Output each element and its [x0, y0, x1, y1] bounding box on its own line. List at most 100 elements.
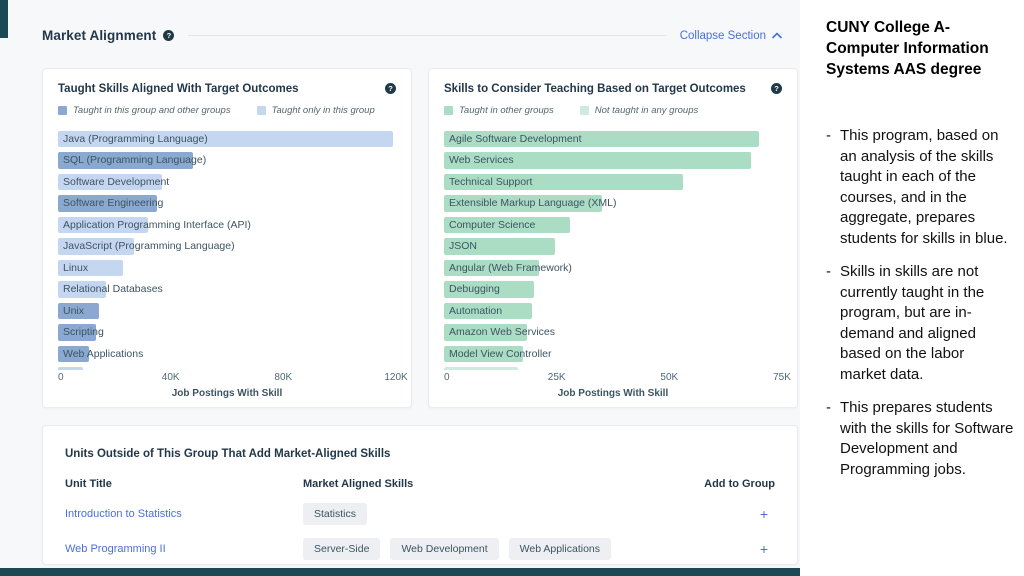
bar-label: Angular (Web Framework) [449, 262, 572, 274]
slide-notes-panel: CUNY College A-Computer Information Syst… [800, 0, 1024, 576]
skills-to-consider-chart-card: Skills to Consider Teaching Based on Tar… [428, 68, 798, 408]
legend-item: Taught in other groups [444, 105, 554, 116]
bullet-dash: - [826, 126, 831, 249]
bar-label: SQL (Programming Language) [63, 154, 206, 166]
dashboard-region: Market Alignment ? Collapse Section Taug… [0, 0, 800, 576]
skill-chips: Server-Side Web Development Web Applicatio… [303, 538, 683, 560]
card-header: Skills to Consider Teaching Based on Tar… [444, 83, 782, 95]
skill-chip: Server-Side [303, 538, 380, 560]
bar-row: Amazon Web Services [444, 322, 782, 344]
bar-row: Unix [58, 300, 396, 322]
bar-label: Scripting [63, 326, 104, 338]
bar-row: Extensible Markup Language (XML) [444, 193, 782, 215]
help-icon[interactable]: ? [771, 83, 782, 94]
header-divider [188, 35, 665, 36]
bar[interactable] [58, 367, 83, 370]
bar-row: SQL (Programming Language) [58, 150, 396, 172]
unit-title-link[interactable]: Web Programming II [65, 543, 303, 555]
legend-swatch [58, 106, 67, 115]
bar-label: JSON [449, 240, 477, 252]
note-text: Skills in skills are not currently taugh… [840, 262, 1014, 385]
axis-tick: 75K [773, 372, 791, 383]
bar-row [58, 365, 396, 371]
bar-label: Application Programming Interface (API) [63, 219, 251, 231]
teal-accent-strip-left [0, 0, 8, 38]
section-header: Market Alignment ? Collapse Section [42, 28, 782, 43]
bars-container: Agile Software Development Web Services Te… [444, 128, 782, 370]
legend-swatch [580, 106, 589, 115]
bar-row: Software Development [58, 171, 396, 193]
column-header-add-to-group: Add to Group [683, 478, 775, 490]
chart-legend: Taught in this group and other groups Tau… [58, 105, 396, 116]
note-text: This program, based on an analysis of th… [840, 126, 1014, 249]
charts-row: Taught Skills Aligned With Target Outcom… [42, 68, 798, 408]
axis-tick: 50K [660, 372, 678, 383]
units-table-body: Introduction to StatisticsStatistics + Web… [65, 503, 775, 560]
legend-label: Taught in other groups [459, 105, 554, 116]
skill-chip: Statistics [303, 503, 367, 525]
bars-container: Java (Programming Language) SQL (Programm… [58, 128, 396, 370]
axis-tick: 25K [548, 372, 566, 383]
bar-label: Agile Software Development [449, 133, 582, 145]
chart-legend: Taught in other groups Not taught in any … [444, 105, 782, 116]
bar-label: Software Engineering [63, 197, 163, 209]
bar-label: Technical Support [449, 176, 532, 188]
bar-row: Relational Databases [58, 279, 396, 301]
notes-bullet-list: -This program, based on an analysis of t… [826, 126, 1014, 480]
bar-label: JavaScript (Programming Language) [63, 240, 235, 252]
card-header: Taught Skills Aligned With Target Outcom… [58, 83, 396, 95]
bar-row: Angular (Web Framework) [444, 257, 782, 279]
bullet-dash: - [826, 262, 831, 385]
legend-label: Taught in this group and other groups [73, 105, 231, 116]
x-axis: 040K80K120K [58, 372, 396, 385]
skill-chip: Web Applications [509, 538, 611, 560]
bar-row: Software Engineering [58, 193, 396, 215]
note-text: This prepares students with the skills f… [840, 398, 1014, 480]
bar-label: Unix [63, 305, 84, 317]
add-to-group-button[interactable]: + [753, 503, 775, 525]
info-icon[interactable]: ? [163, 30, 174, 41]
bar-row [444, 365, 782, 371]
collapse-section-link[interactable]: Collapse Section [680, 30, 782, 42]
axis-tick: 80K [274, 372, 292, 383]
axis-tick: 120K [384, 372, 407, 383]
column-header-unit-title: Unit Title [65, 478, 303, 490]
bar-label: Linux [63, 262, 88, 274]
bar-row: Web Services [444, 150, 782, 172]
bar-row: Application Programming Interface (API) [58, 214, 396, 236]
bar-label: Model View Controller [449, 348, 552, 360]
x-axis-label: Job Postings With Skill [58, 388, 396, 399]
bullet-dash: - [826, 398, 831, 480]
note-bullet: -Skills in skills are not currently taug… [826, 262, 1014, 385]
help-icon[interactable]: ? [385, 83, 396, 94]
bar-row: Scripting [58, 322, 396, 344]
chart-title: Taught Skills Aligned With Target Outcom… [58, 83, 378, 95]
legend-swatch [444, 106, 453, 115]
bar-row: Java (Programming Language) [58, 128, 396, 150]
bar[interactable] [444, 367, 518, 370]
bar-row: JavaScript (Programming Language) [58, 236, 396, 258]
bar-row: Computer Science [444, 214, 782, 236]
note-bullet: -This prepares students with the skills … [826, 398, 1014, 480]
unit-title-link[interactable]: Introduction to Statistics [65, 508, 303, 520]
chart-title: Skills to Consider Teaching Based on Tar… [444, 83, 764, 95]
units-table-card: Units Outside of This Group That Add Mar… [42, 425, 798, 565]
bar-row: JSON [444, 236, 782, 258]
legend-item: Not taught in any groups [580, 105, 699, 116]
bar-label: Debugging [449, 283, 500, 295]
bar-row: Agile Software Development [444, 128, 782, 150]
bar-label: Web Applications [63, 348, 143, 360]
note-bullet: -This program, based on an analysis of t… [826, 126, 1014, 249]
legend-label: Taught only in this group [272, 105, 375, 116]
taught-skills-chart-card: Taught Skills Aligned With Target Outcom… [42, 68, 412, 408]
bar-row: Web Applications [58, 343, 396, 365]
collapse-section-label: Collapse Section [680, 30, 766, 42]
bar-chart: Agile Software Development Web Services Te… [444, 128, 782, 370]
add-to-group-button[interactable]: + [753, 538, 775, 560]
notes-title: CUNY College A-Computer Information Syst… [826, 17, 1014, 80]
table-row: Introduction to StatisticsStatistics + [65, 503, 775, 525]
bar-row: Automation [444, 300, 782, 322]
x-axis: 025K50K75K [444, 372, 782, 385]
section-title: Market Alignment [42, 28, 156, 43]
skill-chip: Web Development [390, 538, 498, 560]
